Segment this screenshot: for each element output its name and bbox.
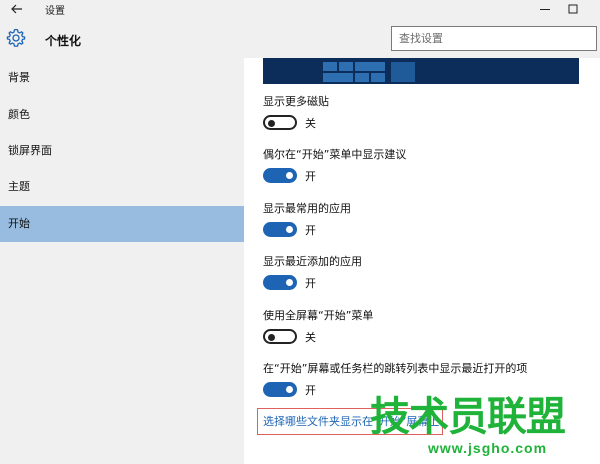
sidebar-item-start[interactable]: 开始: [0, 206, 244, 242]
setting-label-jump-lists: 在“开始”屏幕或任务栏的跳转列表中显示最近打开的项: [263, 362, 528, 375]
watermark-url: www.jsgho.com: [428, 440, 548, 456]
toggle-state-jump-lists: 开: [305, 384, 316, 397]
toggle-knob: [286, 172, 293, 179]
maximize-icon: [568, 4, 578, 14]
toggle-state-suggestions: 开: [305, 170, 316, 183]
toggle-more-tiles[interactable]: [263, 115, 297, 130]
toggle-most-used[interactable]: [263, 222, 297, 237]
toggle-full-screen[interactable]: [263, 329, 297, 344]
title-bar: 设置: [0, 0, 600, 18]
sidebar-item-lock-screen[interactable]: 锁屏界面: [0, 133, 244, 169]
toggle-state-full-screen: 关: [305, 331, 316, 344]
toggle-recently-added[interactable]: [263, 275, 297, 290]
setting-label-most-used: 显示最常用的应用: [263, 202, 351, 215]
toggle-knob: [268, 119, 275, 127]
page-title: 个性化: [45, 34, 82, 48]
toggle-knob: [286, 226, 293, 233]
toggle-knob: [268, 333, 275, 341]
toggle-state-recently-added: 开: [305, 277, 316, 290]
sidebar: 背景 颜色 锁屏界面 主题 开始: [0, 58, 244, 464]
search-input[interactable]: [391, 26, 597, 51]
sidebar-item-colors[interactable]: 颜色: [0, 97, 244, 133]
sidebar-item-themes[interactable]: 主题: [0, 169, 244, 205]
gear-icon: [6, 28, 26, 47]
toggle-knob: [286, 279, 293, 286]
toggle-suggestions[interactable]: [263, 168, 297, 183]
maximize-button[interactable]: [558, 0, 588, 18]
back-button[interactable]: [6, 1, 28, 17]
toggle-state-more-tiles: 关: [305, 117, 316, 130]
minimize-icon: [540, 9, 550, 10]
back-arrow-icon: [11, 4, 22, 14]
setting-label-suggestions: 偶尔在“开始”菜单中显示建议: [263, 148, 407, 161]
window-title: 设置: [45, 6, 65, 17]
setting-label-more-tiles: 显示更多磁贴: [263, 95, 329, 108]
watermark-brand: 技术员联盟: [370, 394, 566, 440]
page-header: 个性化: [0, 18, 600, 58]
setting-label-full-screen: 使用全屏幕“开始”菜单: [263, 309, 374, 322]
toggle-knob: [286, 386, 293, 393]
sidebar-item-background[interactable]: 背景: [0, 60, 244, 96]
start-preview-image: [263, 58, 579, 84]
setting-label-recently-added: 显示最近添加的应用: [263, 255, 362, 268]
toggle-state-most-used: 开: [305, 224, 316, 237]
toggle-jump-lists[interactable]: [263, 382, 297, 397]
minimize-button[interactable]: [530, 0, 560, 18]
